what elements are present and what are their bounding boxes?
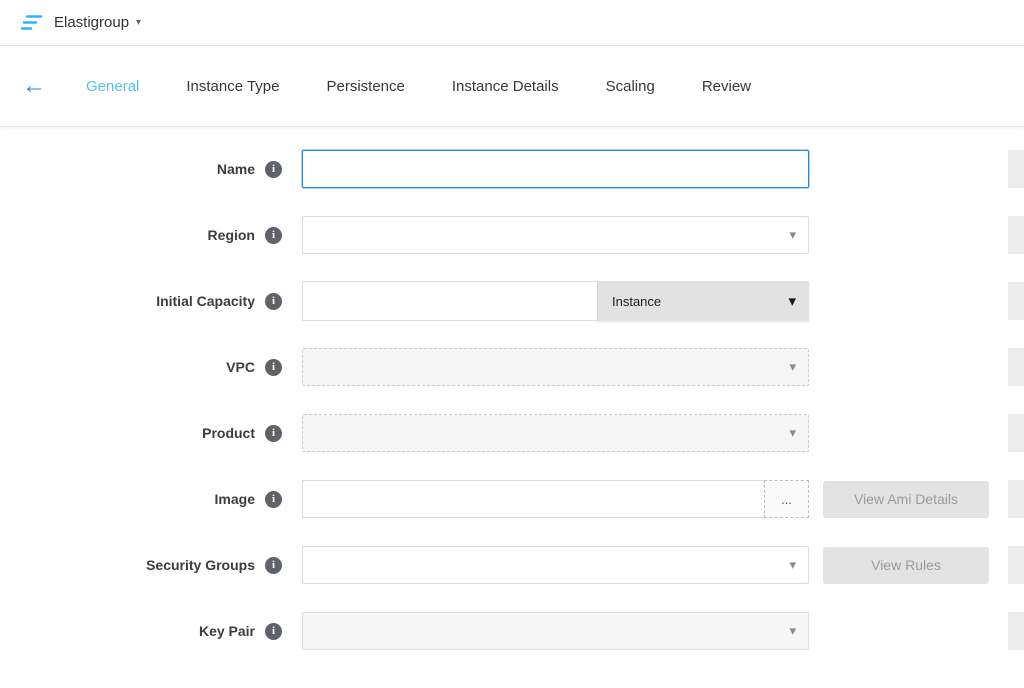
name-input[interactable] [302, 150, 809, 188]
ellipsis-icon: ... [781, 492, 792, 507]
name-label-group: Name i [0, 161, 282, 178]
elastigroup-logo-icon [20, 13, 44, 33]
key-pair-label: Key Pair [199, 623, 255, 639]
right-edge-fragment [1008, 480, 1024, 518]
product-label: Product [202, 425, 255, 441]
name-label: Name [217, 161, 255, 177]
security-groups-label: Security Groups [146, 557, 255, 573]
info-icon[interactable]: i [265, 227, 282, 244]
right-edge-fragment [1008, 150, 1024, 188]
tab-scaling[interactable]: Scaling [606, 78, 655, 95]
region-field-col: ▾ [302, 216, 809, 254]
chevron-down-icon: ▾ [789, 623, 796, 639]
product-row: Product i ▾ [0, 413, 1024, 453]
region-label-group: Region i [0, 227, 282, 244]
initial-capacity-label: Initial Capacity [156, 293, 255, 309]
info-icon[interactable]: i [265, 557, 282, 574]
chevron-down-icon: ▾ [789, 557, 796, 573]
image-label-group: Image i [0, 491, 282, 508]
chevron-down-icon: ▾ [788, 292, 796, 310]
region-select[interactable]: ▾ [302, 216, 809, 254]
initial-capacity-field-col: Instance ▾ [302, 281, 809, 321]
initial-capacity-input[interactable] [302, 281, 598, 321]
product-field-col: ▾ [302, 414, 809, 452]
product-label-group: Product i [0, 425, 282, 442]
product-select: ▾ [302, 414, 809, 452]
security-groups-field-col: ▾ [302, 546, 809, 584]
info-icon[interactable]: i [265, 161, 282, 178]
capacity-unit-value: Instance [612, 294, 661, 309]
right-edge-fragment [1008, 612, 1024, 650]
right-edge-fragment [1008, 216, 1024, 254]
initial-capacity-row: Initial Capacity i Instance ▾ [0, 281, 1024, 321]
name-row: Name i [0, 149, 1024, 189]
right-edge-fragment [1008, 546, 1024, 584]
tab-review[interactable]: Review [702, 78, 751, 95]
region-row: Region i ▾ [0, 215, 1024, 255]
top-bar: Elastigroup ▾ [0, 0, 1024, 46]
name-field-col [302, 150, 809, 188]
tab-instance-type[interactable]: Instance Type [186, 78, 279, 95]
key-pair-select[interactable]: ▾ [302, 612, 809, 650]
product-switcher-label: Elastigroup [54, 14, 129, 31]
info-icon[interactable]: i [265, 359, 282, 376]
image-row: Image i ... View Ami Details [0, 479, 1024, 519]
security-groups-select[interactable]: ▾ [302, 546, 809, 584]
right-edge-fragment [1008, 348, 1024, 386]
key-pair-label-group: Key Pair i [0, 623, 282, 640]
back-arrow-icon[interactable]: ← [22, 74, 46, 98]
tab-instance-details[interactable]: Instance Details [452, 78, 559, 95]
key-pair-row: Key Pair i ▾ [0, 611, 1024, 651]
region-label: Region [208, 227, 255, 243]
chevron-down-icon: ▾ [789, 425, 796, 441]
vpc-field-col: ▾ [302, 348, 809, 386]
info-icon[interactable]: i [265, 425, 282, 442]
vpc-select: ▾ [302, 348, 809, 386]
tab-persistence[interactable]: Persistence [327, 78, 405, 95]
product-switcher[interactable]: Elastigroup ▾ [54, 14, 141, 31]
info-icon[interactable]: i [265, 293, 282, 310]
image-field-col: ... [302, 480, 809, 518]
image-input[interactable] [302, 480, 764, 518]
vpc-row: VPC i ▾ [0, 347, 1024, 387]
key-pair-field-col: ▾ [302, 612, 809, 650]
view-ami-details-button[interactable]: View Ami Details [823, 481, 989, 518]
image-browse-button[interactable]: ... [764, 480, 809, 518]
info-icon[interactable]: i [265, 491, 282, 508]
capacity-unit-select[interactable]: Instance ▾ [598, 281, 809, 321]
initial-capacity-label-group: Initial Capacity i [0, 293, 282, 310]
security-groups-row: Security Groups i ▾ View Rules [0, 545, 1024, 585]
view-rules-button[interactable]: View Rules [823, 547, 989, 584]
vpc-label: VPC [226, 359, 255, 375]
tab-general[interactable]: General [86, 78, 139, 95]
info-icon[interactable]: i [265, 623, 282, 640]
vpc-label-group: VPC i [0, 359, 282, 376]
chevron-down-icon: ▾ [789, 359, 796, 375]
general-settings-form: Name i Region i ▾ Initial Capacity i [0, 127, 1024, 651]
chevron-down-icon: ▾ [136, 17, 141, 28]
chevron-down-icon: ▾ [789, 227, 796, 243]
security-groups-label-group: Security Groups i [0, 557, 282, 574]
right-edge-fragment [1008, 414, 1024, 452]
image-label: Image [215, 491, 255, 507]
right-edge-fragment [1008, 282, 1024, 320]
wizard-nav: ← General Instance Type Persistence Inst… [0, 46, 1024, 127]
